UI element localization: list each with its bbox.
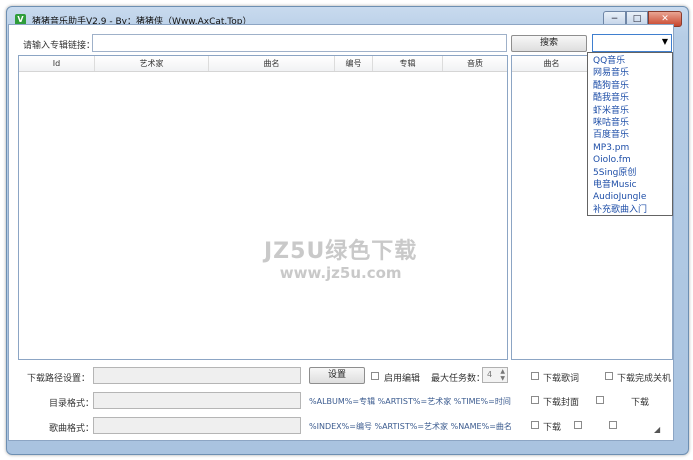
- album-link-input[interactable]: [92, 34, 507, 52]
- dir-format-label: 目录格式：: [49, 399, 95, 409]
- song-table[interactable]: Id 艺术家 曲名 编号 专辑 音质: [18, 55, 508, 360]
- download-cover-label: 下载封面: [543, 398, 580, 408]
- source-option-netease[interactable]: 网易音乐: [588, 67, 672, 79]
- resize-grip-icon[interactable]: ◢: [654, 425, 660, 434]
- column-header-title[interactable]: 曲名: [209, 56, 335, 71]
- max-tasks-label: 最大任务数：: [431, 374, 486, 384]
- source-option-supplement[interactable]: 补充歌曲入门: [588, 204, 672, 216]
- download-path-label: 下载路径设置：: [27, 374, 91, 384]
- watermark-line2: www.jz5u.com: [279, 264, 402, 282]
- source-option-oiolo[interactable]: Oiolo.fm: [588, 154, 672, 166]
- max-tasks-value: 4: [487, 370, 493, 379]
- dir-format-input[interactable]: [93, 392, 301, 409]
- source-option-migu[interactable]: 咪咕音乐: [588, 117, 672, 129]
- max-tasks-spinner[interactable]: 4 ▲ ▼: [482, 367, 508, 383]
- column-header-quality[interactable]: 音质: [443, 56, 507, 71]
- column-header-index[interactable]: 编号: [335, 56, 373, 71]
- watermark: JZ5U绿色下载 www.jz5u.com: [264, 233, 417, 282]
- music-source-dropdown[interactable]: QQ音乐 网易音乐 酷狗音乐 酷我音乐 虾米音乐 咪咕音乐 百度音乐 MP3.p…: [587, 52, 673, 216]
- album-link-label: 请输入专辑链接：: [23, 41, 96, 51]
- enable-edit-checkbox[interactable]: [371, 372, 379, 380]
- column-header-id[interactable]: Id: [19, 56, 95, 71]
- source-option-kugou[interactable]: 酷狗音乐: [588, 80, 672, 92]
- shutdown-after-label: 下载完成关机: [617, 374, 672, 384]
- option2-label: 下载: [631, 398, 650, 408]
- option5-checkbox[interactable]: [609, 421, 617, 429]
- source-option-kuwo[interactable]: 酷我音乐: [588, 92, 672, 104]
- source-option-mp3pm[interactable]: MP3.pm: [588, 142, 672, 154]
- song-format-label: 歌曲格式：: [49, 424, 95, 434]
- option3-checkbox[interactable]: [531, 421, 539, 429]
- dir-format-hint: %ALBUM%=专辑 %ARTIST%=艺术家 %TIME%=时间: [309, 397, 511, 406]
- option4-checkbox[interactable]: [574, 421, 582, 429]
- source-option-dianyin[interactable]: 电音Music: [588, 179, 672, 191]
- set-path-button[interactable]: 设置: [309, 367, 365, 384]
- download-cover-checkbox[interactable]: [531, 396, 539, 404]
- search-button[interactable]: 搜索: [511, 35, 587, 52]
- spinner-arrows-icon[interactable]: ▲ ▼: [500, 368, 505, 382]
- source-option-audiojungle[interactable]: AudioJungle: [588, 191, 672, 203]
- source-option-5sing[interactable]: 5Sing原创: [588, 167, 672, 179]
- source-option-xiami[interactable]: 虾米音乐: [588, 105, 672, 117]
- client-area: 请输入专辑链接： 搜索 ▼ Id 艺术家 曲名 编号 专辑 音质 曲名 JZ5U…: [8, 24, 674, 441]
- option3-label: 下载: [543, 423, 562, 433]
- chevron-down-icon: ▼: [661, 37, 668, 46]
- download-lyrics-label: 下载歌词: [543, 374, 580, 384]
- music-source-select[interactable]: ▼: [592, 34, 672, 52]
- column-header-artist[interactable]: 艺术家: [95, 56, 209, 71]
- enable-edit-label: 启用编辑: [384, 374, 421, 384]
- shutdown-after-checkbox[interactable]: [605, 372, 613, 380]
- source-option-baidu[interactable]: 百度音乐: [588, 129, 672, 141]
- source-option-qq[interactable]: QQ音乐: [588, 55, 672, 67]
- song-format-input[interactable]: [93, 417, 301, 434]
- side-column-header-title[interactable]: 曲名: [512, 56, 592, 71]
- column-header-album[interactable]: 专辑: [373, 56, 443, 71]
- option2-checkbox[interactable]: [596, 396, 604, 404]
- watermark-line1: JZ5U绿色下载: [264, 239, 418, 264]
- song-format-hint: %INDEX%=编号 %ARTIST%=艺术家 %NAME%=曲名: [309, 422, 512, 431]
- download-lyrics-checkbox[interactable]: [531, 372, 539, 380]
- song-table-header: Id 艺术家 曲名 编号 专辑 音质: [19, 56, 507, 72]
- download-path-input[interactable]: [93, 367, 301, 384]
